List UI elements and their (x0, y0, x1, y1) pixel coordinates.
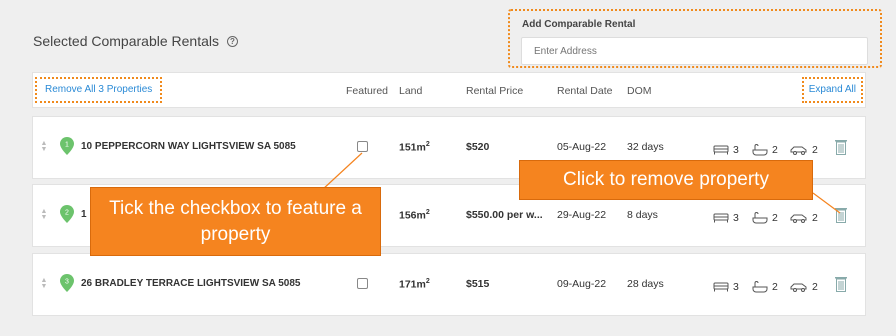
bath-count: 2 (772, 212, 778, 224)
bath-count: 2 (772, 281, 778, 293)
add-comparable-rental-label: Add Comparable Rental (522, 19, 636, 30)
add-comparable-rental-box: Add Comparable Rental (508, 9, 882, 68)
header-featured: Featured (346, 85, 389, 97)
rental-price: $550.00 per w... (466, 209, 543, 221)
car-icon (790, 146, 807, 155)
bath-count: 2 (772, 144, 778, 156)
header-land: Land (399, 85, 423, 97)
property-address[interactable]: 10 PEPPERCORN WAY LIGHTSVIEW SA 5085 (81, 141, 296, 152)
car-feature: 2 (790, 281, 818, 293)
land-size: 151m2 (399, 141, 430, 154)
bath-icon (752, 212, 768, 224)
table-header: Remove All 3 Properties Featured Land Re… (32, 72, 866, 108)
days-on-market: 32 days (627, 141, 664, 153)
rental-price: $515 (466, 278, 490, 290)
rental-date: 09-Aug-22 (557, 278, 607, 290)
rental-date: 29-Aug-22 (557, 209, 607, 221)
car-feature: 2 (790, 144, 818, 156)
bath-feature: 2 (752, 212, 778, 224)
bed-feature: 3 (713, 144, 739, 156)
rental-date: 05-Aug-22 (557, 141, 607, 153)
pin-number: 1 (65, 142, 69, 149)
drag-handle-icon[interactable]: ▲ ▼ (40, 140, 48, 153)
car-count: 2 (812, 281, 818, 293)
header-dom: DOM (627, 85, 652, 97)
trash-icon[interactable] (835, 207, 847, 223)
expand-all-button[interactable]: Expand All (801, 77, 863, 103)
property-address[interactable]: 26 BRADLEY TERRACE LIGHTSVIEW SA 5085 (81, 278, 301, 289)
bed-icon (713, 145, 729, 155)
trash-icon[interactable] (835, 139, 847, 155)
property-row: ▲ ▼ 3 26 BRADLEY TERRACE LIGHTSVIEW SA 50… (32, 253, 866, 316)
question-circle-icon[interactable]: ? (227, 35, 238, 47)
bath-icon (752, 144, 768, 156)
land-size: 156m2 (399, 209, 430, 222)
bed-count: 3 (733, 281, 739, 293)
trash-icon[interactable] (835, 276, 847, 292)
property-address[interactable]: 1 (81, 209, 87, 220)
featured-checkbox[interactable] (357, 141, 368, 152)
featured-checkbox[interactable] (357, 278, 368, 289)
header-rental-date: Rental Date (557, 85, 613, 97)
bed-feature: 3 (713, 281, 739, 293)
days-on-market: 8 days (627, 209, 658, 221)
map-pin-icon: 2 (60, 205, 74, 223)
remove-tooltip-callout: Click to remove property (519, 160, 813, 200)
bed-icon (713, 282, 729, 292)
map-pin-icon: 1 (60, 137, 74, 155)
car-feature: 2 (790, 212, 818, 224)
drag-handle-icon[interactable]: ▲ ▼ (40, 277, 48, 290)
rental-price: $520 (466, 141, 490, 153)
bath-feature: 2 (752, 144, 778, 156)
car-icon (790, 283, 807, 292)
car-count: 2 (812, 212, 818, 224)
section-title: Selected Comparable Rentals ? (33, 33, 238, 49)
car-count: 2 (812, 144, 818, 156)
car-icon (790, 214, 807, 223)
map-pin-icon: 3 (60, 274, 74, 292)
address-search-input[interactable] (521, 37, 868, 65)
pin-number: 3 (65, 279, 69, 286)
days-on-market: 28 days (627, 278, 664, 290)
remove-all-button[interactable]: Remove All 3 Properties (35, 77, 163, 103)
bed-feature: 3 (713, 212, 739, 224)
bath-feature: 2 (752, 281, 778, 293)
header-rental-price: Rental Price (466, 85, 524, 97)
bed-count: 3 (733, 144, 739, 156)
bath-icon (752, 281, 768, 293)
bed-count: 3 (733, 212, 739, 224)
drag-handle-icon[interactable]: ▲ ▼ (40, 208, 48, 221)
land-size: 171m2 (399, 278, 430, 291)
section-title-text: Selected Comparable Rentals (33, 33, 219, 49)
checkbox-tooltip-callout: Tick the checkbox to feature a property (90, 187, 381, 256)
bed-icon (713, 213, 729, 223)
pin-number: 2 (65, 210, 69, 217)
